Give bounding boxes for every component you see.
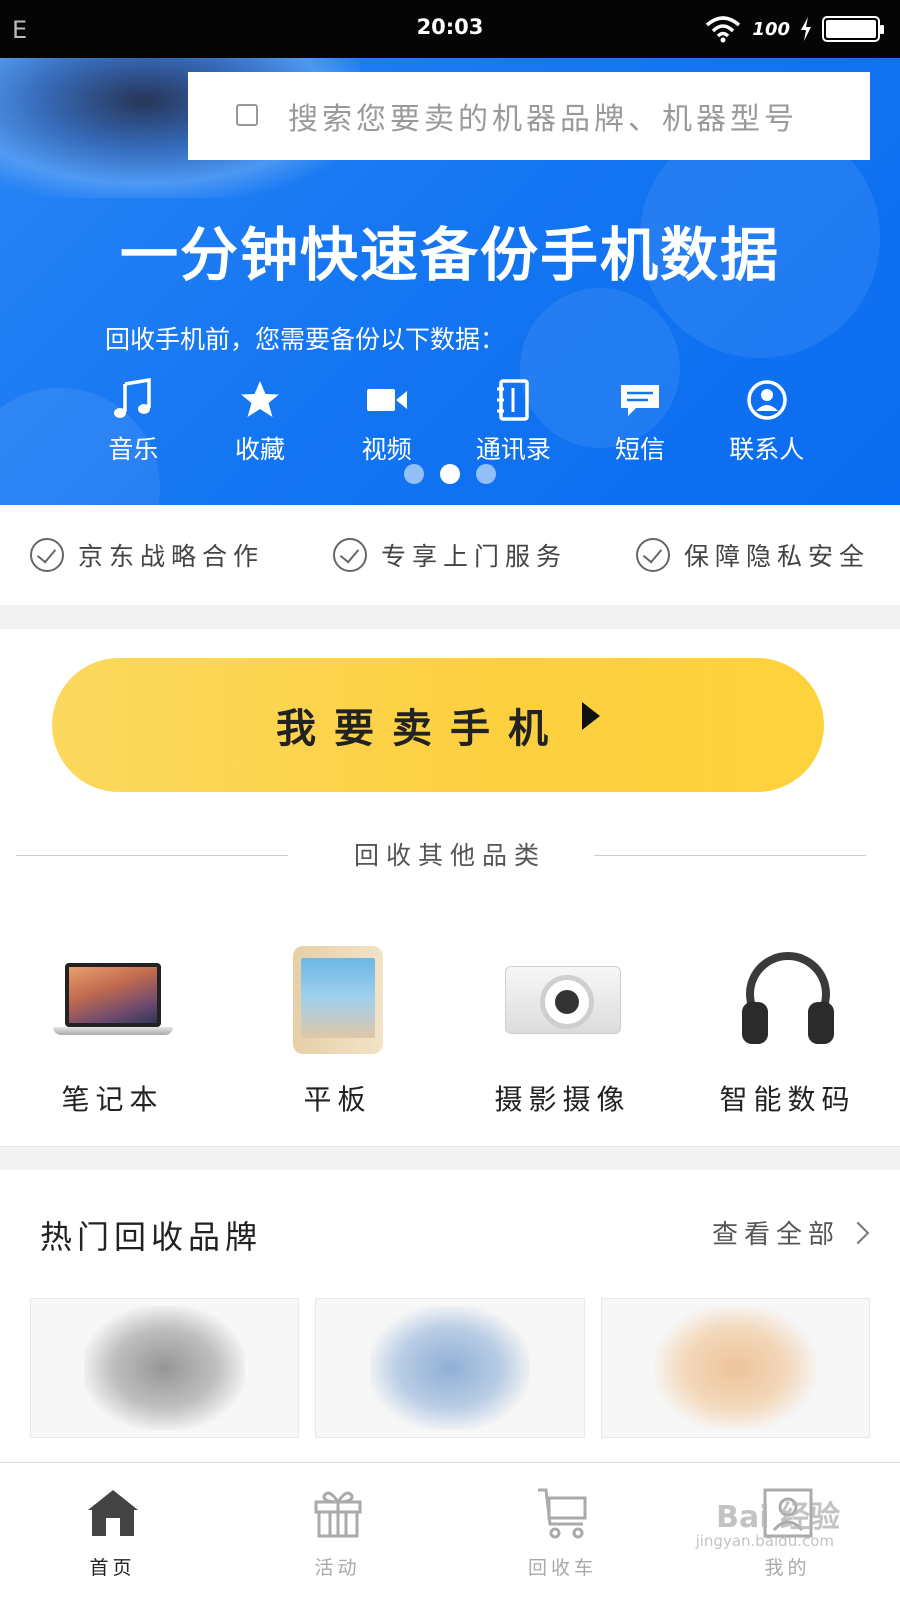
search-icon — [236, 104, 258, 126]
category-camera[interactable]: 摄影摄像 — [450, 940, 675, 1130]
nav-item-recycle-cart[interactable]: 回收车 — [450, 1463, 675, 1600]
category-list: 笔记本 平板 摄影摄像 智能数码 — [0, 940, 900, 1130]
carousel-dot[interactable] — [404, 464, 424, 484]
backup-item-contacts-book: 通讯录 — [450, 370, 577, 470]
category-label: 平板 — [303, 1083, 372, 1116]
sell-phone-label: 我要卖手机 — [276, 706, 566, 752]
backup-item-label: 视频 — [361, 435, 412, 464]
feature-label: 专享上门服务 — [380, 542, 567, 571]
feature-label: 保障隐私安全 — [683, 542, 870, 571]
backup-item-label: 收藏 — [235, 435, 286, 464]
check-circle-icon — [332, 538, 367, 572]
carousel-dot[interactable] — [476, 464, 496, 484]
backup-item-label: 短信 — [615, 435, 666, 464]
home-icon — [0, 1481, 225, 1545]
feature-item: 专享上门服务 — [332, 537, 567, 573]
status-indicators: 100 — [704, 14, 884, 44]
backup-item-favorites: 收藏 — [197, 370, 324, 470]
brand-card[interactable] — [30, 1298, 300, 1438]
backup-item-music: 音乐 — [70, 370, 197, 470]
backup-item-label: 联系人 — [729, 435, 805, 464]
view-all-label: 查看全部 — [711, 1220, 840, 1250]
other-categories-title: 回收其他品类 — [353, 841, 546, 870]
watermark: Bai 经验 — [716, 1500, 840, 1535]
cart-icon — [450, 1481, 675, 1545]
contact-icon — [703, 370, 830, 426]
charging-icon — [801, 17, 811, 41]
view-all-link[interactable]: 查看全部 — [711, 1214, 870, 1251]
category-digital[interactable]: 智能数码 — [675, 940, 900, 1130]
banner-subtitle: 回收手机前，您需要备份以下数据： — [105, 325, 506, 354]
brand-logo-redacted — [655, 1305, 816, 1431]
brand-list — [30, 1298, 870, 1438]
nav-label: 活动 — [314, 1557, 361, 1579]
star-icon — [197, 370, 324, 426]
sell-phone-button[interactable]: 我要卖手机 — [52, 658, 824, 792]
feature-label: 京东战略合作 — [78, 542, 265, 571]
feature-item: 京东战略合作 — [30, 537, 264, 573]
backup-item-video: 视频 — [323, 370, 450, 470]
brand-logo-redacted — [369, 1305, 531, 1431]
headphones-icon — [675, 940, 900, 1060]
search-input[interactable]: 搜索您要卖的机器品牌、机器型号 — [188, 72, 870, 160]
category-label: 笔记本 — [61, 1083, 164, 1116]
nav-label: 回收车 — [527, 1557, 597, 1579]
hot-brands-title: 热门回收品牌 — [40, 1218, 263, 1256]
watermark-url: jingyan.baidu.com — [695, 1532, 834, 1550]
section-divider — [0, 1146, 900, 1170]
nav-item-home[interactable]: 首页 — [0, 1463, 225, 1600]
play-arrow-icon — [582, 702, 600, 730]
brand-card[interactable] — [315, 1298, 585, 1438]
backup-item-label: 音乐 — [108, 435, 159, 464]
backup-item-contacts: 联系人 — [703, 370, 830, 470]
status-bar: E 20:03 100 — [0, 0, 900, 58]
chevron-right-icon — [846, 1221, 870, 1244]
nav-item-activity[interactable]: 活动 — [225, 1463, 450, 1600]
feature-strip: 京东战略合作 专享上门服务 保障隐私安全 — [0, 505, 900, 605]
camera-icon — [450, 940, 675, 1060]
category-tablet[interactable]: 平板 — [225, 940, 450, 1130]
video-icon — [323, 370, 450, 426]
brand-card[interactable] — [600, 1298, 870, 1438]
category-label: 摄影摄像 — [494, 1083, 631, 1116]
category-laptop[interactable]: 笔记本 — [0, 940, 225, 1130]
feature-item: 保障隐私安全 — [635, 537, 870, 573]
music-icon — [70, 370, 197, 426]
laptop-icon — [0, 940, 225, 1060]
search-placeholder: 搜索您要卖的机器品牌、机器型号 — [288, 102, 798, 137]
address-book-icon — [450, 370, 577, 426]
backup-item-label: 通讯录 — [475, 435, 551, 464]
battery-percent: 100 — [752, 18, 790, 40]
wifi-icon — [706, 16, 741, 43]
nav-label: 我的 — [764, 1557, 811, 1579]
battery-fill — [826, 20, 876, 38]
carousel-dots[interactable] — [0, 464, 900, 484]
backup-items: 音乐 收藏 视频 通讯录 短信 联系人 — [70, 370, 830, 470]
backup-banner[interactable]: 搜索您要卖的机器品牌、机器型号 一分钟快速备份手机数据 回收手机前，您需要备份以… — [0, 58, 900, 505]
carousel-dot-active[interactable] — [440, 464, 460, 484]
banner-title: 一分钟快速备份手机数据 — [119, 221, 780, 289]
battery-icon — [822, 16, 884, 42]
gift-icon — [225, 1481, 450, 1545]
tablet-icon — [225, 940, 450, 1060]
backup-item-sms: 短信 — [577, 370, 704, 470]
check-circle-icon — [635, 538, 670, 572]
message-icon — [577, 370, 704, 426]
check-circle-icon — [30, 538, 64, 572]
section-divider — [0, 605, 900, 629]
category-label: 智能数码 — [719, 1083, 856, 1116]
nav-label: 首页 — [89, 1557, 136, 1579]
brand-logo-redacted — [84, 1305, 245, 1431]
